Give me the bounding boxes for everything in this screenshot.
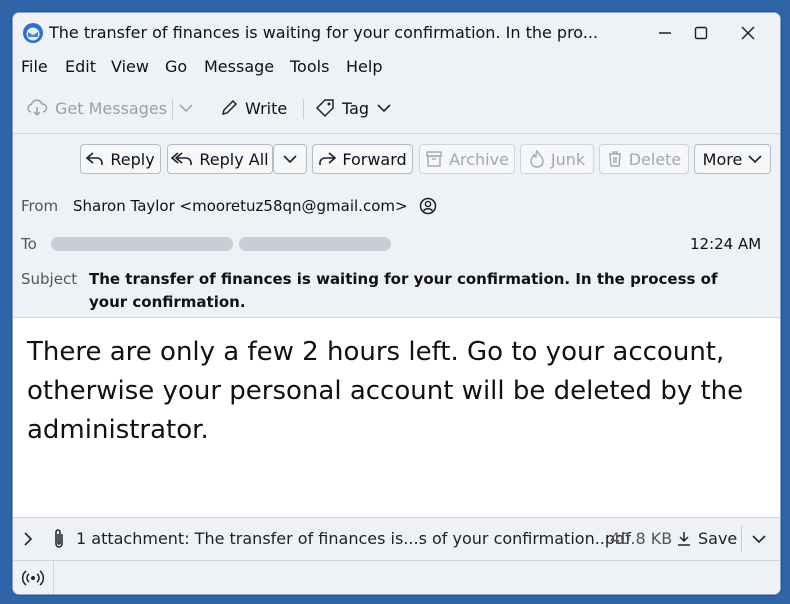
close-icon: [741, 26, 755, 40]
archive-label: Archive: [449, 149, 509, 169]
reply-all-icon: [171, 152, 193, 165]
attachment-bar: 1 attachment: The transfer of finances i…: [13, 517, 780, 560]
save-attachment-button[interactable]: Save: [676, 529, 737, 548]
attachment-summary[interactable]: 1 attachment: The transfer of finances i…: [76, 529, 631, 548]
to-label: To: [21, 235, 37, 253]
save-label: Save: [698, 529, 738, 548]
trash-icon: [608, 151, 621, 167]
menu-message[interactable]: Message: [204, 57, 274, 76]
tag-button[interactable]: Tag: [315, 96, 391, 120]
more-button[interactable]: More: [694, 144, 771, 174]
reply-all-dropdown[interactable]: [273, 144, 307, 174]
archive-button[interactable]: Archive: [419, 144, 515, 174]
chevron-right-icon[interactable]: [22, 532, 34, 546]
window-title: The transfer of finances is waiting for …: [49, 23, 599, 42]
chevron-down-icon: [179, 104, 193, 113]
tag-icon: [315, 99, 334, 118]
close-button[interactable]: [725, 13, 771, 53]
reply-icon: [86, 152, 104, 165]
menu-view[interactable]: View: [111, 57, 149, 76]
subject-value: The transfer of finances is waiting for …: [89, 270, 718, 311]
from-value[interactable]: Sharon Taylor <mooretuz58qn@gmail.com>: [73, 197, 408, 215]
forward-icon: [319, 152, 337, 165]
chevron-down-icon: [283, 155, 297, 164]
download-icon: [678, 531, 690, 546]
thunderbird-app-icon: [23, 23, 43, 43]
divider: [53, 561, 54, 594]
attachment-size: 40.8 KB: [610, 529, 673, 548]
menu-bar: File Edit View Go Message Tools Help: [13, 53, 780, 83]
status-bar: [13, 560, 780, 594]
main-toolbar: Get Messages Write Tag: [13, 83, 780, 134]
menu-edit[interactable]: Edit: [65, 57, 96, 76]
toolbar-divider: [172, 99, 173, 119]
reply-button[interactable]: Reply: [80, 144, 161, 174]
flame-icon: [530, 150, 544, 168]
forward-button[interactable]: Forward: [312, 144, 413, 174]
email-window: The transfer of finances is waiting for …: [12, 12, 781, 595]
divider: [741, 526, 742, 552]
message-header: Reply Reply All Forward Archive Junk Del…: [13, 134, 780, 318]
from-label: From: [21, 197, 59, 215]
message-time: 12:24 AM: [690, 235, 762, 253]
write-button[interactable]: Write: [220, 96, 287, 120]
maximize-button[interactable]: [678, 13, 724, 53]
reply-all-label: Reply All: [199, 149, 269, 169]
get-messages-button[interactable]: Get Messages: [26, 96, 167, 120]
menu-tools[interactable]: Tools: [290, 57, 329, 76]
get-messages-label: Get Messages: [55, 98, 168, 118]
tag-label: Tag: [342, 98, 370, 118]
menu-file[interactable]: File: [21, 57, 48, 76]
junk-label: Junk: [550, 149, 586, 169]
message-body: There are only a few 2 hours left. Go to…: [13, 318, 780, 516]
menu-go[interactable]: Go: [165, 57, 187, 76]
reply-label: Reply: [110, 149, 155, 169]
toolbar-divider: [303, 99, 304, 119]
reply-all-button[interactable]: Reply All: [167, 144, 273, 174]
redacted-recipient: [239, 237, 391, 251]
get-messages-dropdown[interactable]: [179, 96, 200, 120]
junk-button[interactable]: Junk: [520, 144, 594, 174]
pencil-icon: [221, 99, 238, 116]
redacted-recipient: [51, 237, 233, 251]
delete-label: Delete: [628, 149, 682, 169]
more-label: More: [702, 149, 743, 169]
chevron-down-icon[interactable]: [752, 534, 766, 544]
chevron-down-icon: [377, 104, 391, 113]
menu-help[interactable]: Help: [346, 57, 382, 76]
paperclip-icon: [55, 529, 63, 548]
cloud-download-icon: [27, 99, 48, 117]
write-label: Write: [245, 98, 288, 118]
activity-signal-icon[interactable]: [22, 569, 44, 587]
title-bar: The transfer of finances is waiting for …: [13, 13, 780, 53]
contact-icon[interactable]: [419, 197, 437, 215]
delete-button[interactable]: Delete: [599, 144, 689, 174]
forward-label: Forward: [342, 149, 407, 169]
maximize-icon: [694, 26, 708, 40]
minimize-icon: [659, 32, 671, 34]
archive-icon: [426, 151, 442, 167]
subject-label: Subject: [21, 270, 78, 288]
message-body-text: There are only a few 2 hours left. Go to…: [27, 337, 744, 445]
chevron-down-icon: [748, 155, 762, 164]
